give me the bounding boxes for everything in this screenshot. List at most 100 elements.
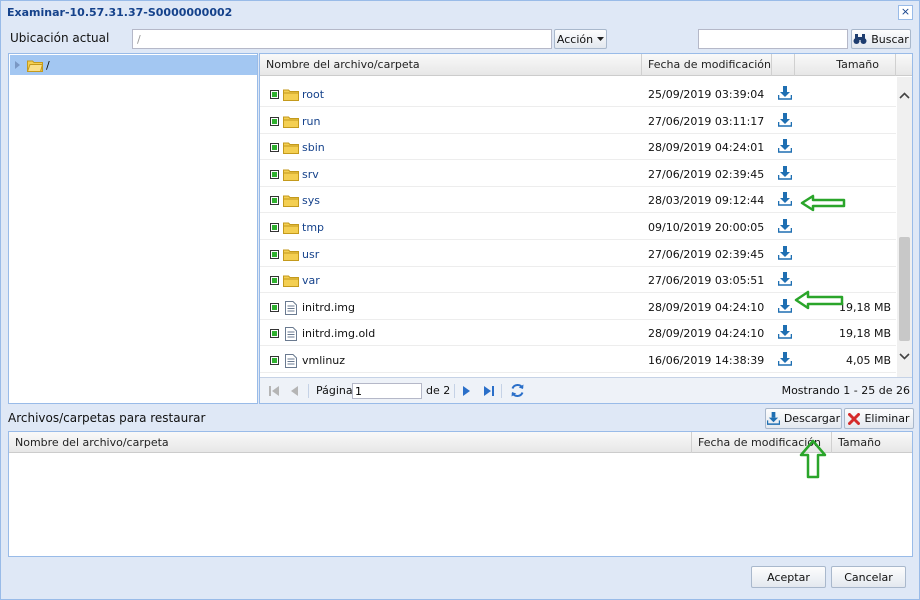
expand-arrow-icon[interactable] (15, 61, 21, 69)
restore-column-size[interactable]: Tamaño (832, 432, 912, 453)
last-page-icon[interactable] (484, 386, 494, 396)
file-name[interactable]: sys (302, 194, 320, 207)
download-icon (766, 412, 780, 425)
annotation-arrow-left (800, 194, 846, 212)
file-date: 28/09/2019 04:24:10 (648, 300, 765, 314)
column-header-download[interactable] (772, 54, 795, 76)
showing-count: Mostrando 1 - 25 de 26 (781, 384, 910, 397)
file-date: 27/06/2019 02:39:45 (648, 247, 765, 261)
file-row[interactable]: tmp 09/10/2019 20:00:05 (260, 214, 896, 240)
file-date: 27/06/2019 02:39:45 (648, 167, 765, 181)
file-row[interactable]: srv 27/06/2019 02:39:45 (260, 161, 896, 187)
file-name[interactable]: sbin (302, 141, 325, 154)
browse-window: Examinar-10.57.31.37-S0000000002 × Ubica… (0, 0, 920, 600)
download-icon[interactable] (777, 86, 793, 103)
file-name[interactable]: usr (302, 248, 319, 261)
file-grid: Nombre del archivo/carpeta Fecha de modi… (259, 53, 913, 404)
file-row[interactable]: run 27/06/2019 03:11:17 (260, 108, 896, 134)
file-icon (285, 354, 297, 371)
file-icon (285, 300, 297, 318)
close-icon[interactable]: × (898, 5, 913, 20)
restore-column-name[interactable]: Nombre del archivo/carpeta (9, 432, 692, 453)
window-title: Examinar-10.57.31.37-S0000000002 (7, 6, 233, 19)
download-button[interactable]: Descargar (765, 408, 842, 429)
page-number-input[interactable] (352, 383, 422, 399)
location-input[interactable] (132, 29, 552, 49)
column-header-size[interactable]: Tamaño (795, 54, 896, 76)
download-icon[interactable] (777, 192, 793, 209)
file-name[interactable]: tmp (302, 221, 324, 234)
search-input[interactable] (698, 29, 848, 49)
download-icon[interactable] (777, 219, 793, 236)
vertical-scrollbar[interactable] (897, 77, 912, 377)
tree-root-label: / (46, 58, 50, 72)
row-checkbox[interactable] (270, 90, 279, 99)
file-date: 27/06/2019 03:05:51 (648, 274, 765, 288)
file-date: 28/03/2019 09:12:44 (648, 194, 765, 208)
row-checkbox[interactable] (270, 356, 279, 365)
file-date: 09/10/2019 20:00:05 (648, 221, 765, 234)
accept-button-label: Aceptar (767, 570, 810, 584)
accept-button[interactable]: Aceptar (751, 566, 826, 588)
download-icon[interactable] (777, 245, 793, 263)
file-icon (285, 327, 297, 344)
row-checkbox[interactable] (270, 143, 279, 153)
folder-icon (283, 168, 299, 184)
action-button-label: Acción (556, 32, 594, 46)
row-checkbox[interactable] (270, 169, 279, 179)
row-checkbox[interactable] (270, 329, 279, 339)
download-icon[interactable] (777, 112, 793, 130)
file-date: 28/09/2019 04:24:10 (648, 327, 765, 341)
search-button-label: Buscar (871, 32, 909, 46)
page-label: Página (316, 384, 353, 397)
file-row[interactable]: initrd.img.old 28/09/2019 04:24:10 19,18… (260, 320, 896, 347)
download-icon[interactable] (777, 352, 793, 369)
row-checkbox[interactable] (270, 196, 279, 206)
tree-root-item[interactable]: / (10, 55, 257, 75)
file-grid-header: Nombre del archivo/carpeta Fecha de modi… (260, 54, 912, 76)
download-icon[interactable] (777, 272, 793, 289)
prev-page-icon[interactable] (291, 386, 299, 396)
file-name[interactable]: run (302, 115, 320, 128)
file-row[interactable]: usr 27/06/2019 02:39:45 (260, 241, 896, 267)
row-checkbox[interactable] (270, 249, 279, 259)
row-checkbox[interactable] (270, 223, 279, 232)
download-icon[interactable] (777, 139, 793, 156)
folder-icon (27, 60, 43, 72)
refresh-icon[interactable] (510, 383, 525, 398)
file-name[interactable]: initrd.img (302, 301, 355, 314)
row-checkbox[interactable] (270, 276, 279, 286)
file-name[interactable]: var (302, 274, 320, 287)
page-total-label: de 2 (426, 384, 451, 397)
file-name[interactable]: root (302, 88, 324, 101)
action-button[interactable]: Acción (554, 29, 607, 49)
file-name[interactable]: srv (302, 168, 319, 181)
download-button-label: Descargar (783, 412, 841, 425)
search-button[interactable]: Buscar (851, 29, 911, 49)
file-row[interactable]: sbin 28/09/2019 04:24:01 (260, 134, 896, 161)
file-row[interactable]: root 25/09/2019 03:39:04 (260, 81, 896, 107)
file-name[interactable]: initrd.img.old (302, 327, 375, 340)
next-page-icon[interactable] (463, 386, 471, 396)
delete-x-icon (848, 412, 861, 425)
delete-button[interactable]: Eliminar (844, 408, 914, 429)
row-checkbox[interactable] (270, 302, 279, 312)
file-date: 28/09/2019 04:24:01 (648, 141, 765, 155)
file-name[interactable]: vmlinuz (302, 354, 345, 367)
title-bar: Examinar-10.57.31.37-S0000000002 × (1, 1, 919, 25)
delete-button-label: Eliminar (864, 412, 910, 425)
file-row[interactable]: vmlinuz 16/06/2019 14:38:39 4,05 MB (260, 347, 896, 373)
scroll-down-icon[interactable] (899, 353, 910, 360)
download-icon[interactable] (777, 298, 793, 316)
download-icon[interactable] (777, 325, 793, 342)
restore-grid: Nombre del archivo/carpeta Fecha de modi… (8, 431, 913, 557)
cancel-button[interactable]: Cancelar (831, 566, 906, 588)
column-header-name[interactable]: Nombre del archivo/carpeta (260, 54, 642, 76)
scroll-up-icon[interactable] (899, 92, 910, 99)
scrollbar-thumb[interactable] (899, 237, 910, 341)
location-label: Ubicación actual (10, 31, 110, 45)
column-header-date[interactable]: Fecha de modificación (642, 54, 772, 76)
download-icon[interactable] (777, 165, 793, 183)
row-checkbox[interactable] (270, 116, 279, 126)
first-page-icon[interactable] (269, 386, 279, 396)
